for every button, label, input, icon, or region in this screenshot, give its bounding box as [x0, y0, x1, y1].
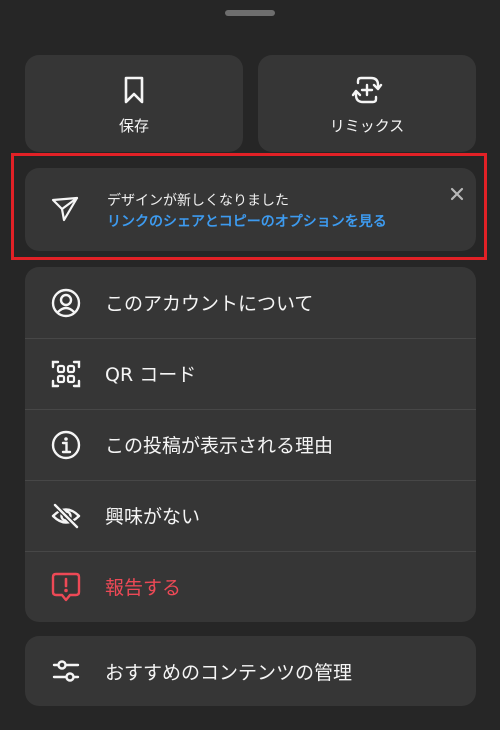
report-icon: [51, 572, 81, 602]
eye-off-icon: [51, 502, 81, 530]
options-menu: このアカウントについて QR コード この投稿が表示される理由 興味がない 報告…: [25, 267, 476, 622]
menu-item-not-interested[interactable]: 興味がない: [25, 480, 476, 551]
menu-item-about-account[interactable]: このアカウントについて: [25, 267, 476, 338]
menu-item-label: QR コード: [105, 364, 197, 386]
menu-item-label: このアカウントについて: [105, 293, 314, 315]
drag-handle[interactable]: [225, 10, 275, 16]
menu-item-qr-code[interactable]: QR コード: [25, 338, 476, 409]
menu-item-label: 興味がない: [105, 506, 201, 528]
menu-item-label: 報告する: [105, 577, 182, 599]
qr-code-icon: [51, 360, 81, 388]
manage-suggested-content-label: おすすめのコンテンツの管理: [105, 662, 353, 684]
save-label: 保存: [118, 116, 149, 135]
remix-button[interactable]: リミックス: [258, 55, 476, 152]
highlight-box: [11, 153, 487, 260]
sliders-icon: [52, 660, 80, 682]
user-circle-icon: [51, 288, 81, 318]
manage-suggested-content-button[interactable]: おすすめのコンテンツの管理: [25, 636, 476, 706]
menu-item-report[interactable]: 報告する: [25, 551, 476, 622]
menu-item-why-seeing-post[interactable]: この投稿が表示される理由: [25, 409, 476, 480]
remix-icon: [351, 76, 383, 103]
top-actions: 保存 リミックス: [25, 55, 476, 152]
bookmark-icon: [124, 76, 144, 103]
menu-item-label: この投稿が表示される理由: [105, 435, 334, 457]
remix-label: リミックス: [329, 116, 405, 135]
info-icon: [51, 430, 81, 460]
save-button[interactable]: 保存: [25, 55, 243, 152]
